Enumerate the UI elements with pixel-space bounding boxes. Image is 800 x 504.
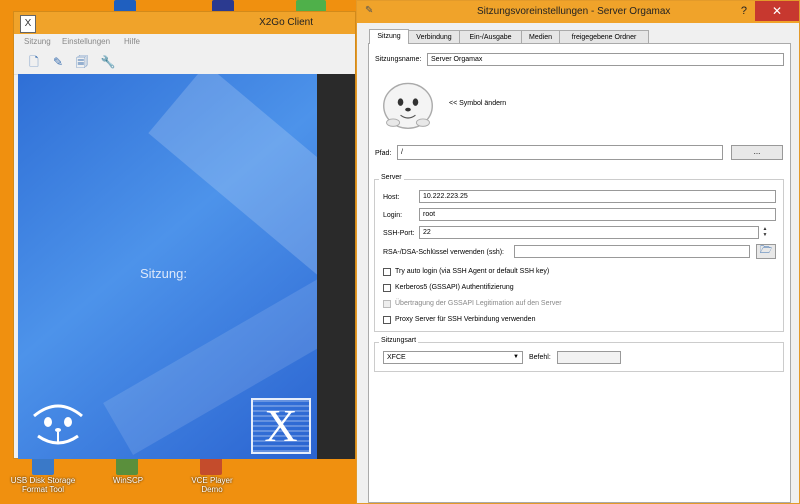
dialog-app-icon: ✎: [365, 5, 374, 16]
x2go-side-panel: [317, 74, 355, 459]
command-input: [557, 351, 621, 364]
x2go-app-icon: X: [20, 15, 36, 33]
session-preferences-dialog: ✎ Sitzungsvoreinstellungen - Server Orga…: [356, 0, 800, 504]
session-settings-icon[interactable]: 🗐: [74, 54, 90, 70]
menu-sitzung[interactable]: Sitzung: [24, 37, 51, 46]
x2go-title-bar[interactable]: X X2Go Client: [14, 12, 355, 34]
gssapi-delegation-checkbox: [383, 300, 391, 308]
path-browse-button[interactable]: ...: [731, 145, 783, 160]
proxy-label[interactable]: Proxy Server für SSH Verbindung verwende…: [395, 316, 535, 323]
options-icon[interactable]: 🔧: [100, 54, 116, 70]
x2go-menubar: Sitzung Einstellungen Hilfe: [14, 34, 355, 50]
host-input[interactable]: 10.222.223.25: [419, 190, 776, 203]
change-icon-label[interactable]: << Symbol ändern: [449, 100, 506, 107]
tab-ein-ausgabe[interactable]: Ein-/Ausgabe: [459, 30, 522, 44]
kerberos-checkbox[interactable]: [383, 284, 391, 292]
close-button[interactable]: ✕: [755, 1, 799, 21]
auto-login-checkbox[interactable]: [383, 268, 391, 276]
edit-session-icon[interactable]: ✎: [50, 54, 66, 70]
winscp-icon[interactable]: [116, 457, 138, 475]
session-type-group-title: Sitzungsart: [379, 337, 419, 344]
path-input[interactable]: /: [397, 145, 723, 160]
gssapi-delegation-label: Übertragung der GSSAPI Legitimation auf …: [395, 300, 562, 307]
menu-einstellungen[interactable]: Einstellungen: [62, 37, 110, 46]
rsa-key-label: RSA-/DSA-Schlüssel verwenden (ssh):: [383, 249, 504, 256]
session-type-select[interactable]: XFCE ▼: [383, 351, 523, 364]
usb-format-tool-icon[interactable]: [32, 457, 54, 475]
session-seal-icon[interactable]: [377, 76, 439, 132]
ssh-port-input[interactable]: 22: [419, 226, 759, 239]
tab-freigegebene-ordner[interactable]: freigegebene Ordner: [559, 30, 649, 44]
command-label: Befehl:: [529, 354, 551, 361]
vce-player-icon[interactable]: [200, 457, 222, 475]
vce-player-label[interactable]: VCE Player Demo: [180, 476, 244, 494]
menu-hilfe[interactable]: Hilfe: [124, 37, 140, 46]
auto-login-label[interactable]: Try auto login (via SSH Agent or default…: [395, 268, 549, 275]
x2go-toolbar: 🗋 ✎ 🗐 🔧: [14, 50, 355, 75]
ssh-port-spinner[interactable]: ▲ ▼: [761, 226, 769, 239]
login-label: Login:: [383, 212, 403, 219]
proxy-checkbox[interactable]: [383, 316, 391, 324]
dialog-title: Sitzungsvoreinstellungen - Server Orgama…: [477, 6, 671, 17]
host-label: Host:: [383, 194, 400, 201]
ssh-port-label: SSH-Port:: [383, 230, 415, 237]
kerberos-label[interactable]: Kerberos5 (GSSAPI) Authentifizierung: [395, 284, 514, 291]
new-session-icon[interactable]: 🗋: [26, 54, 42, 70]
x2go-logo-icon: X: [251, 398, 311, 454]
winscp-label[interactable]: WinSCP: [100, 476, 156, 485]
session-name-input[interactable]: Server Orgamax: [427, 53, 784, 66]
session-type-value: XFCE: [387, 354, 406, 361]
session-tab-pane: Sitzungsname: Server Orgamax << Symbol ä…: [368, 43, 791, 503]
tab-sitzung[interactable]: Sitzung: [369, 29, 409, 44]
usb-format-tool-label[interactable]: USB Disk Storage Format Tool: [8, 476, 78, 494]
tab-medien[interactable]: Medien: [521, 30, 560, 44]
session-panel: Sitzung: X: [18, 74, 317, 459]
rsa-key-browse-button[interactable]: 🗁: [756, 244, 776, 259]
x2go-title: X2Go Client: [259, 17, 313, 28]
path-label: Pfad:: [375, 150, 392, 157]
help-button[interactable]: ?: [741, 5, 747, 17]
tab-verbindung[interactable]: Verbindung: [408, 30, 460, 44]
server-group-title: Server: [379, 174, 404, 181]
chevron-down-icon: ▼: [513, 354, 519, 360]
session-name-label: Sitzungsname:: [375, 56, 422, 63]
dialog-title-bar[interactable]: ✎ Sitzungsvoreinstellungen - Server Orga…: [357, 1, 799, 23]
login-input[interactable]: root: [419, 208, 776, 221]
session-label: Sitzung:: [140, 266, 187, 281]
seal-mascot-icon: [33, 404, 83, 445]
rsa-key-input[interactable]: [514, 245, 750, 258]
x2go-client-window: X X2Go Client Sitzung Einstellungen Hilf…: [13, 11, 356, 459]
